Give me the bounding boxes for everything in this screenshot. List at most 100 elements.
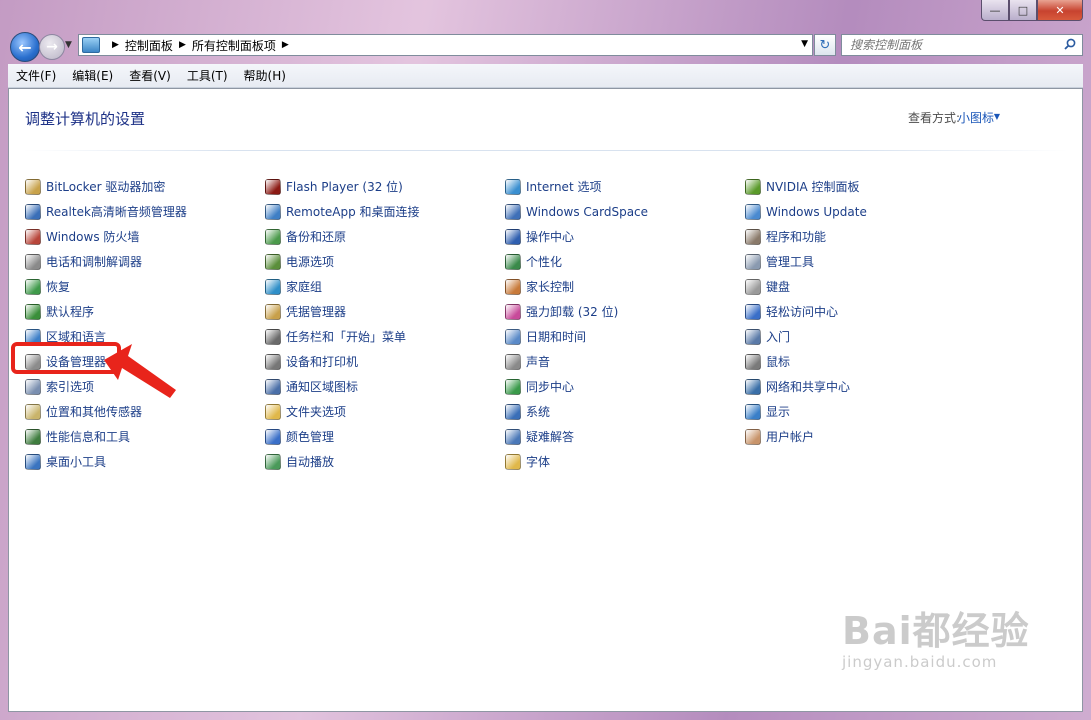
control-panel-item[interactable]: Windows CardSpace [505, 199, 740, 224]
menu-edit[interactable]: 编辑(E) [64, 67, 121, 84]
control-panel-item[interactable]: 颜色管理 [265, 424, 500, 449]
search-icon[interactable] [1064, 38, 1076, 50]
action-center-flag-icon [505, 228, 521, 245]
control-panel-item[interactable]: 任务栏和「开始」菜单 [265, 324, 500, 349]
control-panel-item[interactable]: 位置和其他传感器 [25, 399, 260, 424]
control-panel-item[interactable]: 用户帐户 [745, 424, 980, 449]
control-panel-item[interactable]: 个性化 [505, 249, 740, 274]
view-by-caret-icon[interactable]: ▼ [994, 112, 1000, 121]
close-button[interactable]: ✕ [1037, 0, 1083, 21]
breadcrumb-chevron-icon[interactable]: ▶ [179, 40, 186, 50]
user-accounts-icon [745, 428, 761, 445]
view-by-label: 查看方式: [907, 111, 960, 125]
item-label: 颜色管理 [286, 430, 335, 444]
control-panel-item[interactable]: Internet 选项 [505, 174, 740, 199]
control-panel-item[interactable]: 默认程序 [25, 299, 260, 324]
keyboard-icon [745, 278, 761, 295]
control-panel-item[interactable]: 电源选项 [265, 249, 500, 274]
refresh-icon: ↻ [819, 37, 831, 53]
control-panel-item[interactable]: 疑难解答 [505, 424, 740, 449]
menu-help[interactable]: 帮助(H) [236, 67, 294, 84]
control-panel-item[interactable]: 电话和调制解调器 [25, 249, 260, 274]
search-input[interactable] [848, 37, 1062, 53]
view-by-dropdown[interactable]: 小图标 [958, 109, 994, 126]
control-panel-item[interactable]: 备份和还原 [265, 224, 500, 249]
menu-bar: 文件(F) 编辑(E) 查看(V) 工具(T) 帮助(H) [8, 64, 1083, 88]
item-label: BitLocker 驱动器加密 [46, 180, 166, 194]
power-options-icon [265, 253, 281, 270]
control-panel-item[interactable]: 系统 [505, 399, 740, 424]
breadcrumb-item-all-items[interactable]: 所有控制面板项 [192, 37, 276, 54]
uninstall-icon [505, 303, 521, 320]
gadgets-icon [25, 453, 41, 470]
maximize-button[interactable]: □ [1009, 0, 1037, 21]
control-panel-item[interactable]: Flash Player (32 位) [265, 174, 500, 199]
back-button[interactable]: ← [10, 32, 40, 62]
homegroup-icon [265, 278, 281, 295]
control-panel-item[interactable]: 鼠标 [745, 349, 980, 374]
control-panel-item[interactable]: BitLocker 驱动器加密 [25, 174, 260, 199]
control-panel-item[interactable]: 管理工具 [745, 249, 980, 274]
breadcrumb-item-control-panel[interactable]: 控制面板 [125, 37, 173, 54]
items-column: Flash Player (32 位) RemoteApp 和桌面连接 备份和还原电… [265, 174, 500, 474]
control-panel-item[interactable]: RemoteApp 和桌面连接 [265, 199, 500, 224]
notification-area-icon [265, 378, 281, 395]
control-panel-item[interactable]: 字体 [505, 449, 740, 474]
address-bar[interactable]: ▶ 控制面板 ▶ 所有控制面板项 ▶ ▼ [78, 34, 813, 56]
control-panel-item[interactable]: 自动播放 [265, 449, 500, 474]
menu-tools[interactable]: 工具(T) [179, 67, 236, 84]
forward-arrow-icon: → [46, 39, 58, 55]
breadcrumb-chevron-icon[interactable]: ▶ [112, 40, 119, 50]
control-panel-item[interactable]: 键盘 [745, 274, 980, 299]
control-panel-item[interactable]: 入门 [745, 324, 980, 349]
performance-icon [25, 428, 41, 445]
refresh-button[interactable]: ↻ [814, 34, 836, 56]
indexing-icon [25, 378, 41, 395]
item-label: 同步中心 [526, 380, 575, 394]
menu-view[interactable]: 查看(V) [121, 67, 179, 84]
control-panel-item[interactable]: 凭据管理器 [265, 299, 500, 324]
item-label: Windows 防火墙 [46, 230, 140, 244]
item-label: 文件夹选项 [286, 405, 347, 419]
control-panel-item[interactable]: 家长控制 [505, 274, 740, 299]
control-panel-item[interactable]: 桌面小工具 [25, 449, 260, 474]
control-panel-item[interactable]: 设备和打印机 [265, 349, 500, 374]
breadcrumb-chevron-icon[interactable]: ▶ [282, 40, 289, 50]
control-panel-item[interactable]: 操作中心 [505, 224, 740, 249]
item-label: 管理工具 [766, 255, 815, 269]
control-panel-item[interactable]: 通知区域图标 [265, 374, 500, 399]
search-box[interactable] [841, 34, 1083, 56]
control-panel-item[interactable]: 文件夹选项 [265, 399, 500, 424]
item-label: 用户帐户 [766, 430, 815, 444]
recent-pages-dropdown[interactable]: ▼ [65, 40, 72, 50]
control-panel-item[interactable]: 性能信息和工具 [25, 424, 260, 449]
item-label: 桌面小工具 [46, 455, 107, 469]
control-panel-item[interactable]: 恢复 [25, 274, 260, 299]
control-panel-item[interactable]: Windows 防火墙 [25, 224, 260, 249]
folder-options-icon [265, 403, 281, 420]
item-label: 恢复 [46, 280, 71, 294]
menu-file[interactable]: 文件(F) [8, 67, 64, 84]
control-panel-item[interactable]: 显示 [745, 399, 980, 424]
control-panel-item[interactable]: 同步中心 [505, 374, 740, 399]
control-panel-item[interactable]: 强力卸载 (32 位) [505, 299, 740, 324]
control-panel-item[interactable]: NVIDIA 控制面板 [745, 174, 980, 199]
control-panel-item[interactable]: 轻松访问中心 [745, 299, 980, 324]
item-label: 日期和时间 [526, 330, 587, 344]
control-panel-item[interactable]: 网络和共享中心 [745, 374, 980, 399]
minimize-button[interactable]: — [981, 0, 1009, 21]
control-panel-item[interactable]: 日期和时间 [505, 324, 740, 349]
address-dropdown-icon[interactable]: ▼ [801, 39, 808, 49]
control-panel-item[interactable]: Realtek高清晰音频管理器 [25, 199, 260, 224]
items-column: NVIDIA 控制面板 Windows Update 程序和功能管理工具键盘 轻松访问… [745, 174, 980, 449]
sync-center-icon [505, 378, 521, 395]
item-label: 自动播放 [286, 455, 335, 469]
control-panel-item[interactable]: 程序和功能 [745, 224, 980, 249]
item-label: 通知区域图标 [286, 380, 359, 394]
bitlocker-icon [25, 178, 41, 195]
control-panel-item[interactable]: 声音 [505, 349, 740, 374]
control-panel-item[interactable]: Windows Update [745, 199, 980, 224]
backup-restore-icon [265, 228, 281, 245]
control-panel-item[interactable]: 家庭组 [265, 274, 500, 299]
forward-button[interactable]: → [39, 34, 65, 60]
